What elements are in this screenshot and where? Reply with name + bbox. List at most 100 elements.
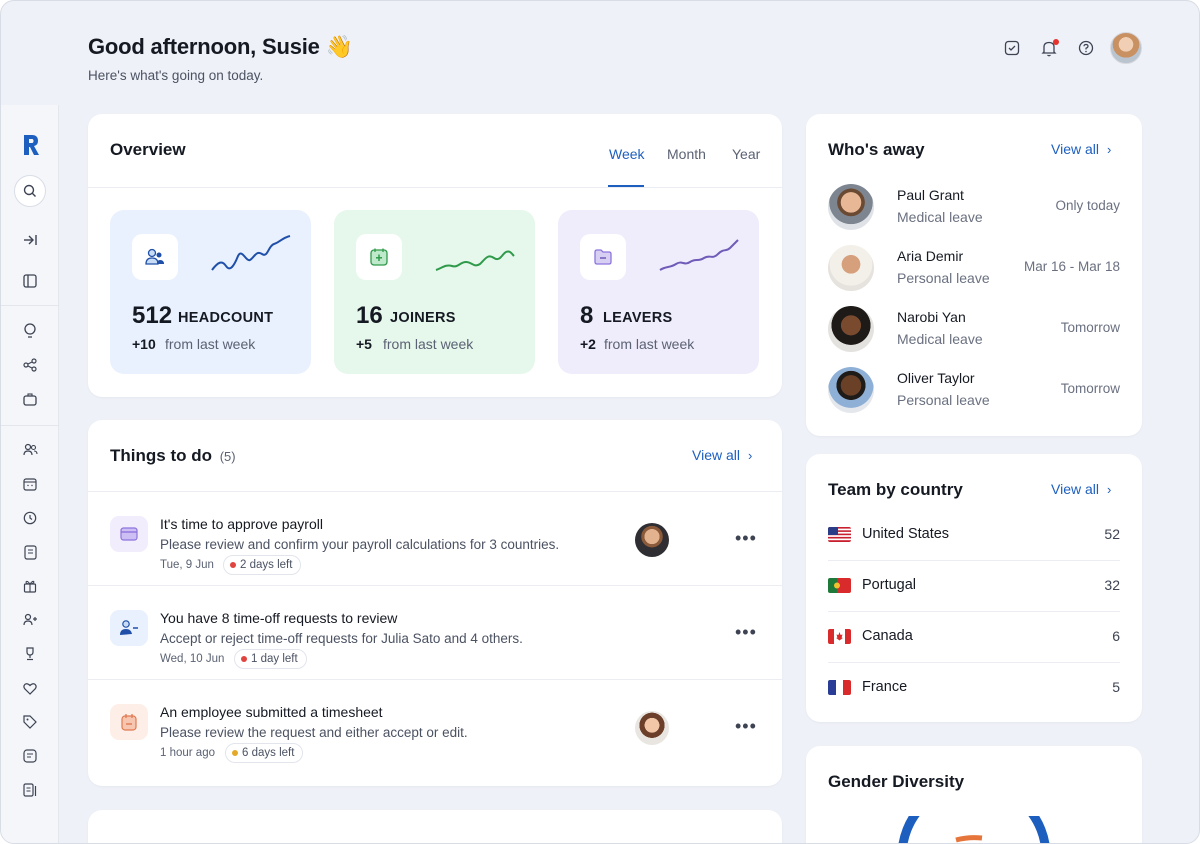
chevron-right-icon: › [1107, 481, 1112, 497]
leavers-sparkline [659, 239, 739, 271]
more-options-icon[interactable]: ••• [735, 716, 757, 737]
leave-dates: Tomorrow [1060, 381, 1120, 396]
headcount-value: 512 [132, 302, 173, 329]
todo-item[interactable]: An employee submitted a timesheet Please… [88, 679, 782, 773]
avatar [635, 711, 669, 745]
todo-item-desc: Please review and confirm your payroll c… [160, 537, 560, 552]
heart-icon[interactable] [21, 679, 39, 697]
leave-dates: Mar 16 - Mar 18 [1023, 259, 1120, 274]
leave-type: Personal leave [897, 270, 990, 286]
headcount-sparkline [211, 235, 291, 271]
canada-flag-icon [828, 629, 851, 644]
joiners-sparkline [435, 250, 515, 271]
country-name: United States [862, 526, 950, 542]
country-count: 52 [1104, 526, 1120, 542]
leave-type: Medical leave [897, 209, 983, 225]
expand-sidebar-icon[interactable] [21, 231, 39, 249]
leave-dates: Only today [1055, 198, 1120, 213]
france-flag-icon [828, 680, 851, 695]
todo-item[interactable]: It's time to approve payroll Please revi… [88, 491, 782, 585]
user-avatar[interactable] [1110, 32, 1142, 64]
help-icon[interactable] [1077, 39, 1095, 57]
trophy-icon[interactable] [21, 645, 39, 663]
overview-divider [88, 187, 782, 188]
view-all-label: View all [692, 447, 740, 463]
lightbulb-icon[interactable] [21, 322, 39, 340]
stat-headcount[interactable]: 512 HEADCOUNT +10 from last week [110, 210, 311, 374]
stat-leavers[interactable]: 8 LEAVERS +2 from last week [558, 210, 759, 374]
todo-item-date: Wed, 10 Jun [160, 653, 225, 665]
tasks-icon[interactable] [1003, 39, 1021, 57]
leavers-label: LEAVERS [603, 310, 673, 326]
panel-toggle-icon[interactable] [21, 272, 39, 290]
tab-week[interactable]: Week [609, 146, 645, 162]
due-dot [230, 562, 236, 568]
country-name: France [862, 679, 908, 695]
due-badge: 2 days left [223, 555, 302, 575]
bottom-card [88, 810, 782, 843]
country-row[interactable]: United States 52 [828, 510, 1120, 561]
leave-dates: Tomorrow [1060, 320, 1120, 335]
leave-type: Personal leave [897, 392, 990, 408]
leavers-value: 8 [580, 302, 594, 329]
away-person[interactable]: Aria Demir Personal leave Mar 16 - Mar 1… [828, 245, 1120, 299]
gender-donut-chart [898, 816, 1050, 843]
more-options-icon[interactable]: ••• [735, 528, 757, 549]
tag-icon[interactable] [21, 713, 39, 731]
person-name: Oliver Taylor [897, 370, 975, 386]
view-all-label: View all [1051, 141, 1099, 157]
todo-item-title: You have 8 time-off requests to review [160, 610, 398, 626]
tab-month[interactable]: Month [667, 146, 706, 162]
headcount-label: HEADCOUNT [178, 310, 274, 326]
country-name: Canada [862, 628, 913, 644]
payroll-icon [110, 516, 148, 552]
todo-item[interactable]: You have 8 time-off requests to review A… [88, 585, 782, 679]
todo-count: (5) [219, 449, 236, 464]
joiners-value: 16 [356, 302, 383, 329]
todo-item-title: An employee submitted a timesheet [160, 704, 383, 720]
todo-title: Things to do (5) [110, 446, 236, 466]
avatar [828, 367, 874, 413]
country-view-all-link[interactable]: View all › [1051, 481, 1111, 497]
due-text: 6 days left [242, 747, 295, 759]
todo-view-all-link[interactable]: View all › [692, 447, 752, 463]
country-name: Portugal [862, 577, 917, 593]
todo-card: Things to do (5) View all › It's time to… [88, 420, 782, 786]
joiners-delta-text: from last week [383, 336, 474, 352]
away-person[interactable]: Narobi Yan Medical leave Tomorrow [828, 306, 1120, 360]
country-row[interactable]: France 5 [828, 663, 1120, 714]
app-window: Good afternoon, Susie 👋 Here's what's go… [0, 0, 1200, 844]
gift-icon[interactable] [21, 577, 39, 595]
headcount-delta-text: from last week [165, 336, 256, 352]
tab-year[interactable]: Year [732, 146, 760, 162]
sidebar [1, 105, 59, 843]
more-options-icon[interactable]: ••• [735, 622, 757, 643]
gender-diversity-title: Gender Diversity [828, 772, 965, 791]
add-user-icon[interactable] [21, 611, 39, 629]
stat-joiners[interactable]: 16 JOINERS +5 from last week [334, 210, 535, 374]
people-icon[interactable] [21, 441, 39, 459]
leave-type: Medical leave [897, 331, 983, 347]
chevron-right-icon: › [1107, 141, 1112, 157]
team-by-country-card: Team by country View all › United States… [806, 454, 1142, 722]
away-view-all-link[interactable]: View all › [1051, 141, 1111, 157]
avatar [828, 184, 874, 230]
country-count: 32 [1104, 577, 1120, 593]
country-row[interactable]: Canada 6 [828, 612, 1120, 663]
away-person[interactable]: Oliver Taylor Personal leave Tomorrow [828, 367, 1120, 421]
report-icon[interactable] [21, 781, 39, 799]
todo-item-date: 1 hour ago [160, 747, 215, 759]
notes-icon[interactable] [21, 747, 39, 765]
time-off-icon [110, 610, 148, 646]
headcount-delta: +10 [132, 336, 156, 352]
away-person[interactable]: Paul Grant Medical leave Only today [828, 184, 1120, 238]
search-button[interactable] [14, 175, 46, 207]
app-logo-icon[interactable] [21, 133, 41, 157]
calendar-icon[interactable] [21, 475, 39, 493]
clock-icon[interactable] [21, 509, 39, 527]
share-icon[interactable] [21, 356, 39, 374]
briefcase-icon[interactable] [21, 390, 39, 408]
people-icon [132, 234, 178, 280]
document-icon[interactable] [21, 543, 39, 561]
country-row[interactable]: Portugal 32 [828, 561, 1120, 612]
